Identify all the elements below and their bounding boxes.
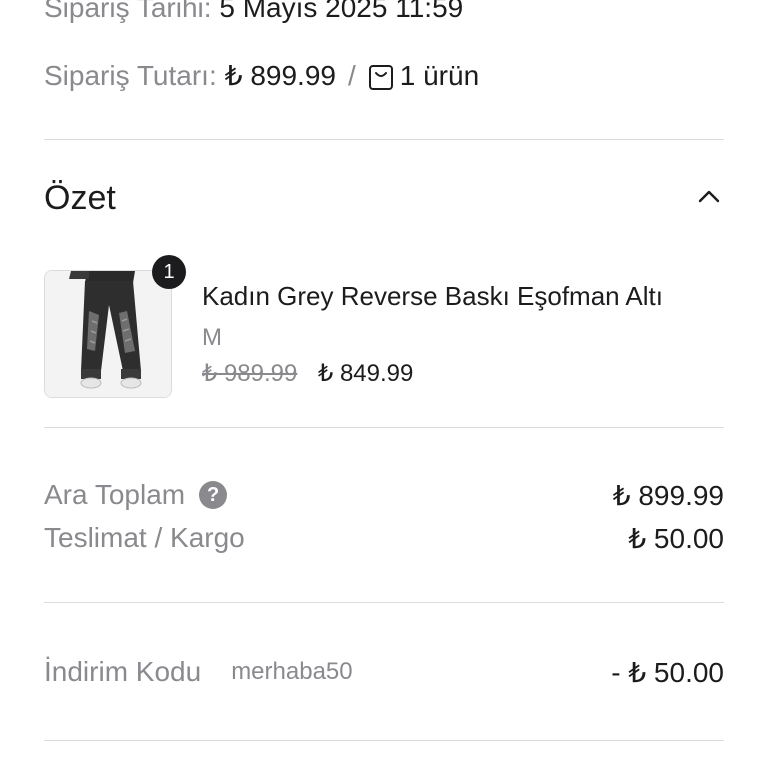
discount-row: İndirim Kodu merhaba50 - ₺ 50.00 (44, 652, 724, 692)
shipping-row: Teslimat / Kargo ₺ 50.00 (44, 518, 724, 558)
divider (44, 740, 724, 741)
divider (44, 602, 724, 603)
discount-value: - ₺ 50.00 (611, 656, 724, 688)
divider (44, 139, 724, 140)
product-name[interactable]: Kadın Grey Reverse Baskı Eşofman Altı (202, 276, 663, 316)
order-date-row: Sipariş Tarihi: 5 Mayıs 2025 11:59 (44, 0, 463, 28)
product-prices: ₺ 989.99 ₺ 849.99 (202, 356, 413, 392)
summary-title: Özet (44, 179, 116, 217)
order-total-value: ₺ 899.99 (224, 60, 336, 91)
order-total-label: Sipariş Tutarı: (44, 60, 217, 91)
chevron-up-icon[interactable] (696, 184, 722, 210)
divider (44, 427, 724, 428)
product-old-price: ₺ 989.99 (202, 360, 298, 387)
order-total-row: Sipariş Tutarı: ₺ 899.99 / 1 ürün (44, 56, 479, 96)
order-summary-page: Sipariş Tarihi: 5 Mayıs 2025 11:59 Sipar… (44, 0, 724, 768)
order-item-count: 1 ürün (399, 60, 480, 91)
shipping-label: Teslimat / Kargo (44, 522, 245, 553)
order-date-label: Sipariş Tarihi: (44, 0, 212, 23)
subtotal-row: Ara Toplam ? ₺ 899.99 (44, 475, 724, 515)
discount-code: merhaba50 (231, 658, 353, 685)
quantity-badge: 1 (152, 255, 186, 289)
product-variant: M (202, 324, 222, 351)
subtotal-label: Ara Toplam (44, 479, 186, 510)
shopping-bag-icon (368, 62, 394, 90)
order-date-value: 5 Mayıs 2025 11:59 (219, 0, 464, 23)
subtotal-value: ₺ 899.99 (612, 479, 724, 511)
order-total-separator: / (347, 60, 356, 91)
discount-label: İndirim Kodu (44, 656, 202, 687)
help-icon[interactable]: ? (199, 481, 228, 509)
product-price: ₺ 849.99 (318, 360, 414, 387)
shipping-value: ₺ 50.00 (628, 522, 724, 554)
product-thumbnail[interactable] (44, 270, 172, 398)
